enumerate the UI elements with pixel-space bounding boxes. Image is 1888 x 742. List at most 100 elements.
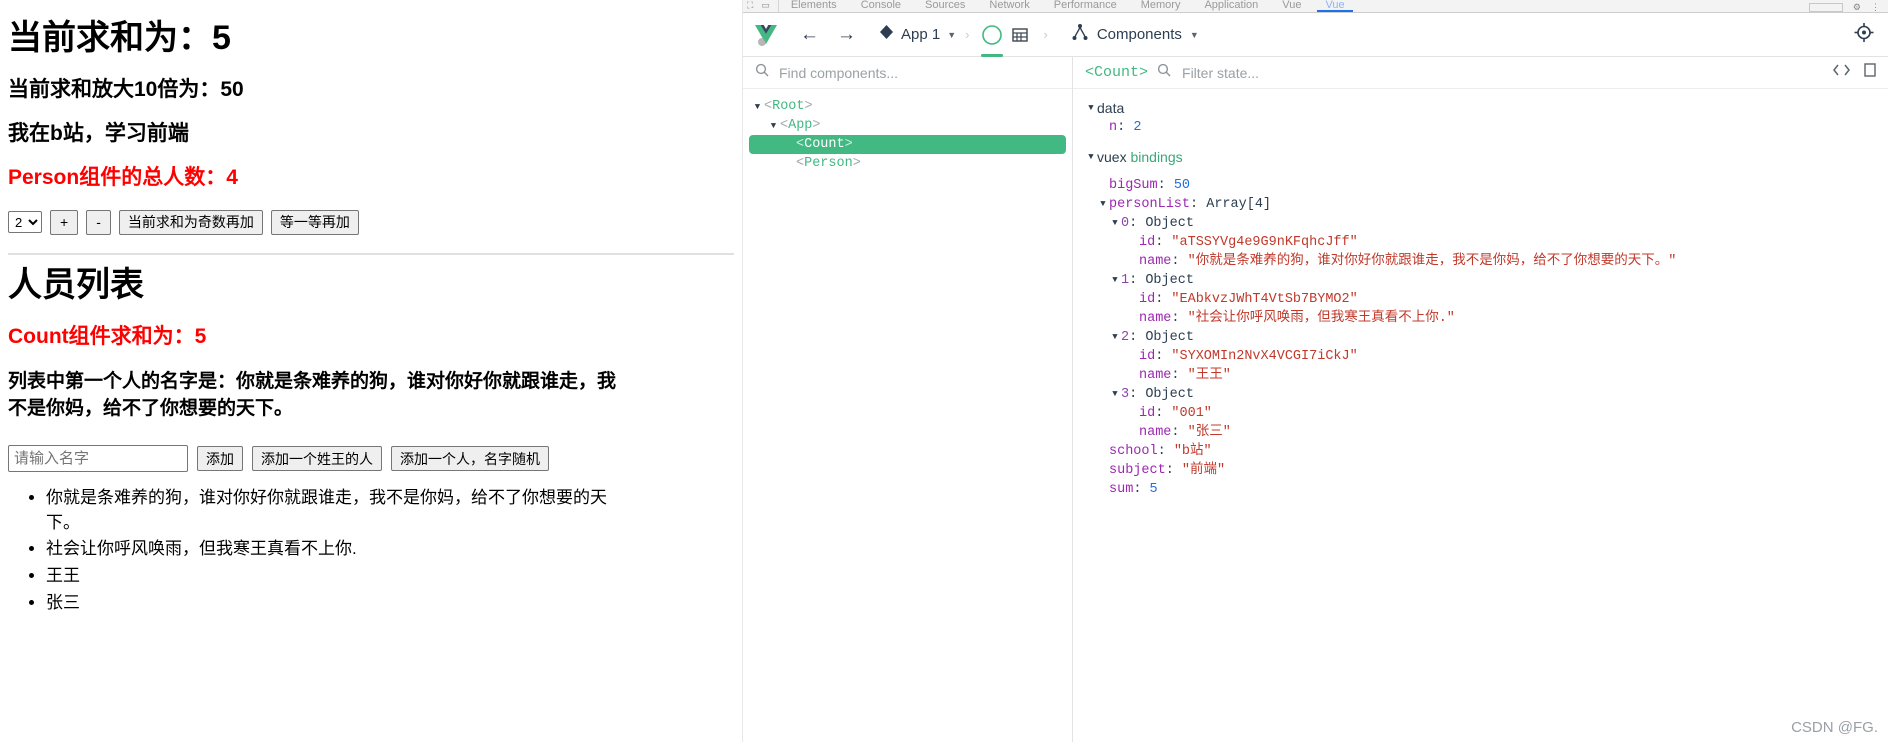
collapse-arrow-icon[interactable]: ▼ [1085,148,1097,167]
tab-performance[interactable]: Performance [1042,0,1129,11]
breadcrumb-chevron-1-icon: › [965,27,970,42]
collapse-arrow-icon[interactable]: ▼ [1097,195,1109,214]
state-group-label-accent: bindings [1130,149,1183,165]
panel-selector[interactable]: Components ▼ [1071,23,1199,46]
state-row[interactable]: ▼ 2: Object [1073,328,1888,347]
inspect-element-icon[interactable]: ⛶ [747,1,753,10]
state-row[interactable]: name: "你就是条难养的狗，谁对你好你就跟谁走，我不是你妈，给不了你想要的天… [1073,252,1888,271]
state-row[interactable]: name: "王王" [1073,366,1888,385]
step-select[interactable]: 1 2 3 [8,211,42,234]
devtools-body: ▼ <Root> ▼ <App> <Count> <Person> [743,57,1888,742]
state-value: 2 [1133,120,1142,135]
state-row[interactable]: ▼ 0: Object [1073,214,1888,233]
state-row[interactable]: n: 2 [1073,118,1888,137]
forward-button[interactable]: → [828,25,865,44]
state-row[interactable]: subject: "前端" [1073,461,1888,480]
state-value: "001" [1171,406,1212,421]
school-subject-text: 我在b站，学习前端 [8,122,189,146]
devtools-tabbar-left: ⛶ ▭ [747,0,779,12]
state-value: "EAbkvzJWhT4VtSb7BYMO2" [1171,292,1358,307]
tab-vue-1[interactable]: Vue [1270,0,1313,11]
state-key: 2 [1121,330,1130,345]
add-person-form: 添加 添加一个姓王的人 添加一个人，名字随机 [8,445,734,473]
collapse-arrow-icon[interactable]: ▼ [1109,271,1121,290]
timeline-tool-icon[interactable] [1006,21,1034,49]
state-row[interactable]: name: "社会让你呼风唤雨，但我寒王真看不上你." [1073,309,1888,328]
app-name-label: App 1 [901,26,941,43]
state-group-label: data [1097,100,1125,116]
tree-node-count[interactable]: < Count > [749,135,1066,154]
tab-console[interactable]: Console [849,0,913,11]
state-value: Array[4] [1206,197,1272,212]
state-row[interactable]: ▼ personList: Array[4] [1073,195,1888,214]
breadcrumb-chevron-2-icon: › [1043,27,1048,42]
more-options-icon[interactable]: ⋮ [1871,3,1880,12]
add-person-button[interactable]: 添加 [197,446,243,472]
state-key: bigSum [1109,178,1158,193]
back-button[interactable]: ← [791,25,828,44]
component-tree-column: ▼ <Root> ▼ <App> <Count> <Person> [743,57,1073,742]
state-more-icon[interactable] [1864,63,1876,82]
components-tool-icon[interactable] [978,21,1006,57]
tab-network[interactable]: Network [977,0,1041,11]
issues-counter[interactable] [1808,3,1843,12]
state-row[interactable]: bigSum: 50 [1073,176,1888,195]
state-value: "社会让你呼风唤雨，但我寒王真看不上你." [1187,311,1455,326]
tree-node-root[interactable]: ▼ < Root > [743,97,1066,116]
vue-devtools-toolbar: ← → App 1 ▼ › › Components ▼ [743,13,1888,57]
find-components-input[interactable] [777,63,1060,82]
state-value: Object [1145,330,1194,345]
state-group-label: vuex [1097,149,1131,165]
state-key: name [1139,311,1172,326]
settings-gear-icon[interactable]: ⚙ [1853,3,1861,12]
big-sum-text: 当前求和放大10倍为：50 [8,78,244,102]
add-wang-person-button[interactable]: 添加一个姓王的人 [252,446,382,472]
chevron-down-icon: ▼ [947,29,957,40]
tree-node-label: App [788,118,813,133]
state-key: 0 [1121,216,1130,231]
state-row[interactable]: ▼ 1: Object [1073,271,1888,290]
tab-application[interactable]: Application [1192,0,1270,11]
state-row[interactable]: id: "SYXOMIn2NvX4VCGI7iCkJ" [1073,347,1888,366]
state-row[interactable]: id: "001" [1073,404,1888,423]
component-state-column: <Count> Filter state... ▼ data n: 2 ▼ v… [1073,57,1888,742]
tree-node-label: Person [804,156,853,171]
add-random-person-button[interactable]: 添加一个人，名字随机 [391,446,549,472]
tab-memory[interactable]: Memory [1129,0,1193,11]
tab-elements[interactable]: Elements [779,0,849,11]
state-row[interactable]: name: "张三" [1073,423,1888,442]
open-in-editor-icon[interactable] [1833,63,1850,82]
state-row[interactable]: school: "b站" [1073,442,1888,461]
state-group-vuex-bindings[interactable]: ▼ vuex bindings [1073,148,1888,167]
increment-button[interactable]: + [50,209,79,235]
decrement-button[interactable]: - [86,209,111,235]
state-row[interactable]: id: "EAbkvzJWhT4VtSb7BYMO2" [1073,290,1888,309]
state-value: "b站" [1173,444,1212,459]
state-key: 1 [1121,273,1130,288]
device-toolbar-icon[interactable]: ▭ [761,1,770,10]
list-item: 张三 [46,591,626,616]
state-value: "SYXOMIn2NvX4VCGI7iCkJ" [1171,349,1358,364]
state-row[interactable]: sum: 5 [1073,480,1888,499]
collapse-arrow-icon[interactable]: ▼ [1109,385,1121,404]
filter-search-icon [1157,63,1171,82]
state-row[interactable]: id: "aTSSYVg4e9G9nKFqhcJff" [1073,233,1888,252]
tab-vue-2[interactable]: Vue [1313,0,1356,12]
select-component-target-icon[interactable] [1854,22,1874,47]
person-total-text: Person组件的总人数：4 [8,166,238,190]
expand-arrow-icon[interactable]: ▼ [751,102,764,112]
collapse-arrow-icon[interactable]: ▼ [1085,99,1097,118]
app-selector[interactable]: App 1 ▼ [879,24,956,45]
collapse-arrow-icon[interactable]: ▼ [1109,214,1121,233]
collapse-arrow-icon[interactable]: ▼ [1109,328,1121,347]
state-row[interactable]: ▼ 3: Object [1073,385,1888,404]
filter-state-input[interactable] [1180,63,1824,82]
state-group-data[interactable]: ▼ data [1073,99,1888,118]
add-after-wait-button[interactable]: 等一等再加 [270,209,359,235]
expand-arrow-icon[interactable]: ▼ [767,121,780,131]
name-input[interactable] [8,445,188,473]
tree-node-person[interactable]: < Person > [743,154,1066,173]
add-if-odd-button[interactable]: 当前求和为奇数再加 [118,209,263,235]
tree-node-app[interactable]: ▼ < App > [743,116,1066,135]
tab-sources[interactable]: Sources [913,0,977,11]
